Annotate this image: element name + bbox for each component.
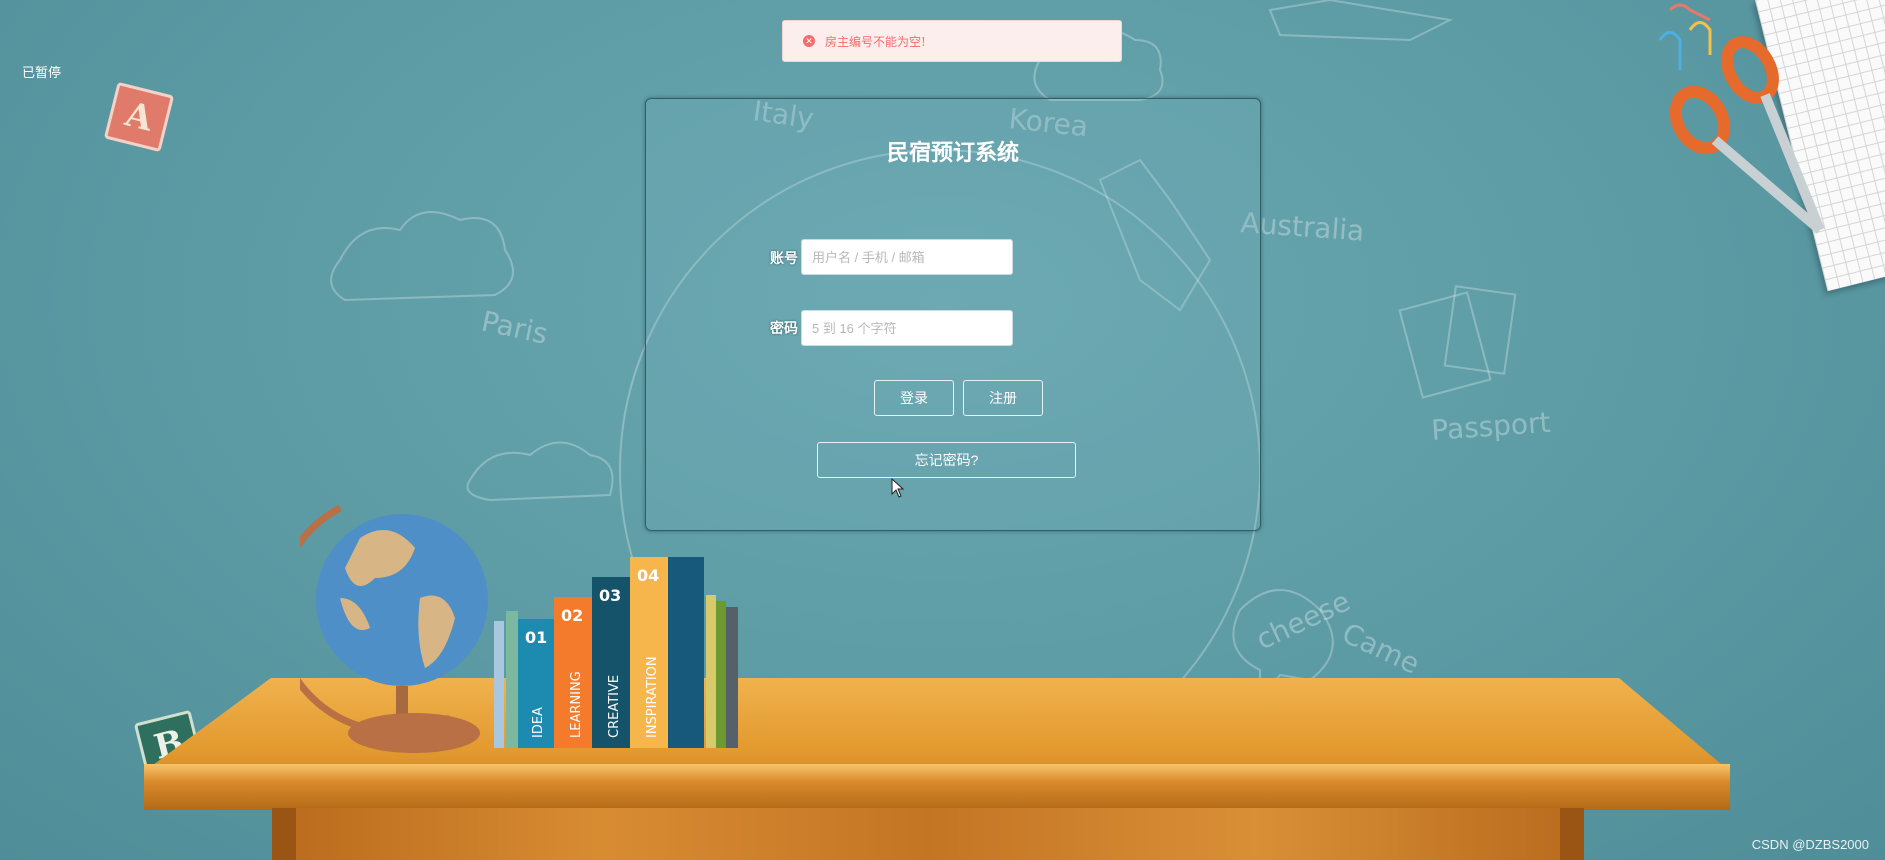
alert-message: 房主编号不能为空!	[825, 34, 926, 49]
page-title: 民宿预订系统	[886, 140, 1019, 165]
password-input[interactable]	[801, 310, 1013, 346]
error-circle-icon: ✕	[803, 35, 815, 47]
book-number-04: 04	[637, 566, 659, 585]
desk-edge	[144, 764, 1730, 810]
book-number-01: 01	[525, 628, 547, 647]
books-icon: 01 02 03 04 IDEA LEARNING CREATIVE INSPI…	[494, 557, 738, 748]
svg-text:Came: Came	[1337, 616, 1425, 680]
globe-icon	[300, 504, 488, 753]
login-panel: 民宿预订系统 账号 密码 登录 注册 忘记密码?	[645, 98, 1261, 531]
watermark: CSDN @DZBS2000	[1751, 837, 1869, 852]
book-title-inspiration: INSPIRATION	[645, 656, 660, 738]
mouse-cursor-icon	[891, 478, 905, 498]
login-button[interactable]: 登录	[874, 380, 954, 416]
book-title-creative: CREATIVE	[607, 675, 622, 738]
paused-status: 已暂停	[22, 65, 62, 80]
register-button[interactable]: 注册	[963, 380, 1043, 416]
svg-text:Passport: Passport	[1430, 406, 1551, 447]
scissors-icon	[1658, 3, 1825, 234]
desk-leg-right	[1560, 808, 1584, 860]
password-label: 密码	[770, 320, 798, 336]
desk-front	[272, 808, 1584, 860]
desk-leg-left	[272, 808, 296, 860]
error-alert: ✕ 房主编号不能为空!	[782, 20, 1122, 62]
account-input[interactable]	[801, 239, 1013, 275]
forgot-password-button[interactable]: 忘记密码?	[817, 442, 1076, 478]
book-number-02: 02	[561, 606, 583, 625]
svg-text:Paris: Paris	[479, 305, 551, 351]
book-number-03: 03	[599, 586, 621, 605]
account-label: 账号	[770, 250, 798, 266]
book-title-idea: IDEA	[531, 707, 546, 738]
book-title-learning: LEARNING	[569, 671, 584, 738]
